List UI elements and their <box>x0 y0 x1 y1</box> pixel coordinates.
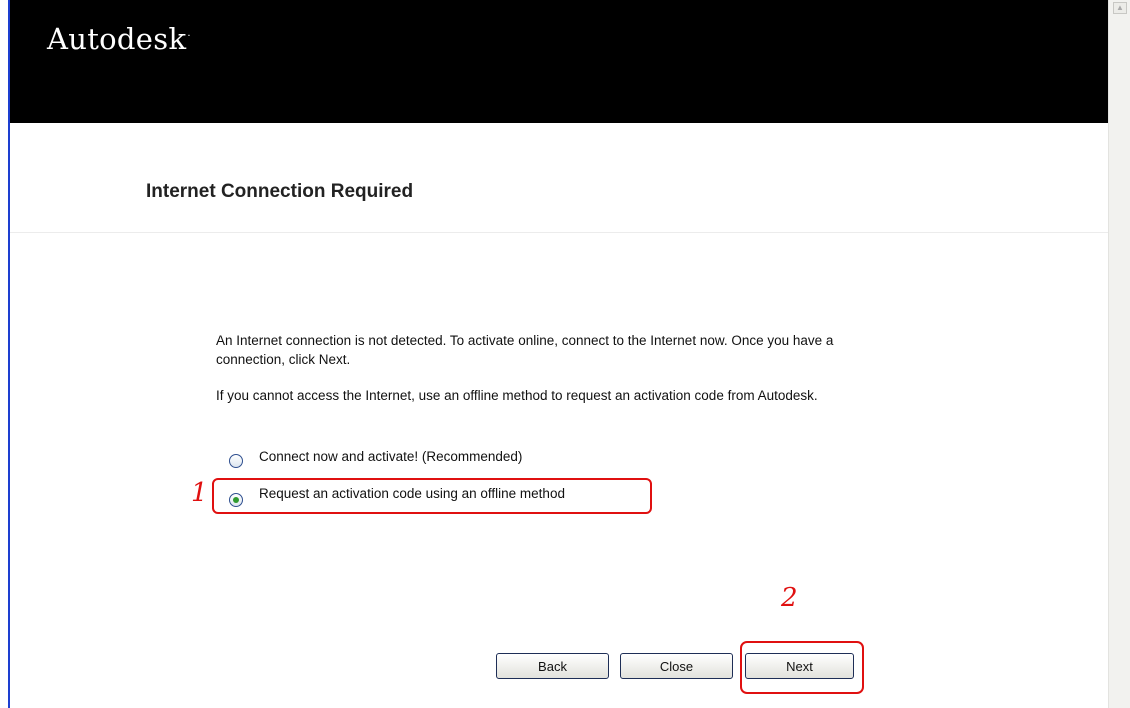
annotation-step-2: 2 <box>781 583 798 613</box>
brand-text: Autodesk <box>47 22 187 56</box>
brand-mark: . <box>187 28 191 39</box>
instruction-paragraph-online: An Internet connection is not detected. … <box>216 333 834 367</box>
header-banner: Autodesk. <box>10 0 1108 123</box>
instruction-paragraph-offline: If you cannot access the Internet, use a… <box>216 388 818 403</box>
scroll-up-icon[interactable]: ▲ <box>1113 2 1127 14</box>
vertical-scrollbar[interactable]: ▲ <box>1108 0 1130 708</box>
annotation-highlight-offline-option <box>212 478 652 514</box>
autodesk-logo: Autodesk. <box>47 22 191 56</box>
annotation-step-1: 1 <box>191 478 208 508</box>
radio-connect-now-label[interactable]: Connect now and activate! (Recommended) <box>259 449 522 464</box>
close-button[interactable]: Close <box>620 653 733 679</box>
window-left-edge <box>0 0 10 708</box>
page-title: Internet Connection Required <box>146 181 414 202</box>
next-button[interactable]: Next <box>745 653 854 679</box>
title-divider <box>10 232 1108 233</box>
back-button[interactable]: Back <box>496 653 609 679</box>
radio-connect-now[interactable] <box>229 454 243 468</box>
